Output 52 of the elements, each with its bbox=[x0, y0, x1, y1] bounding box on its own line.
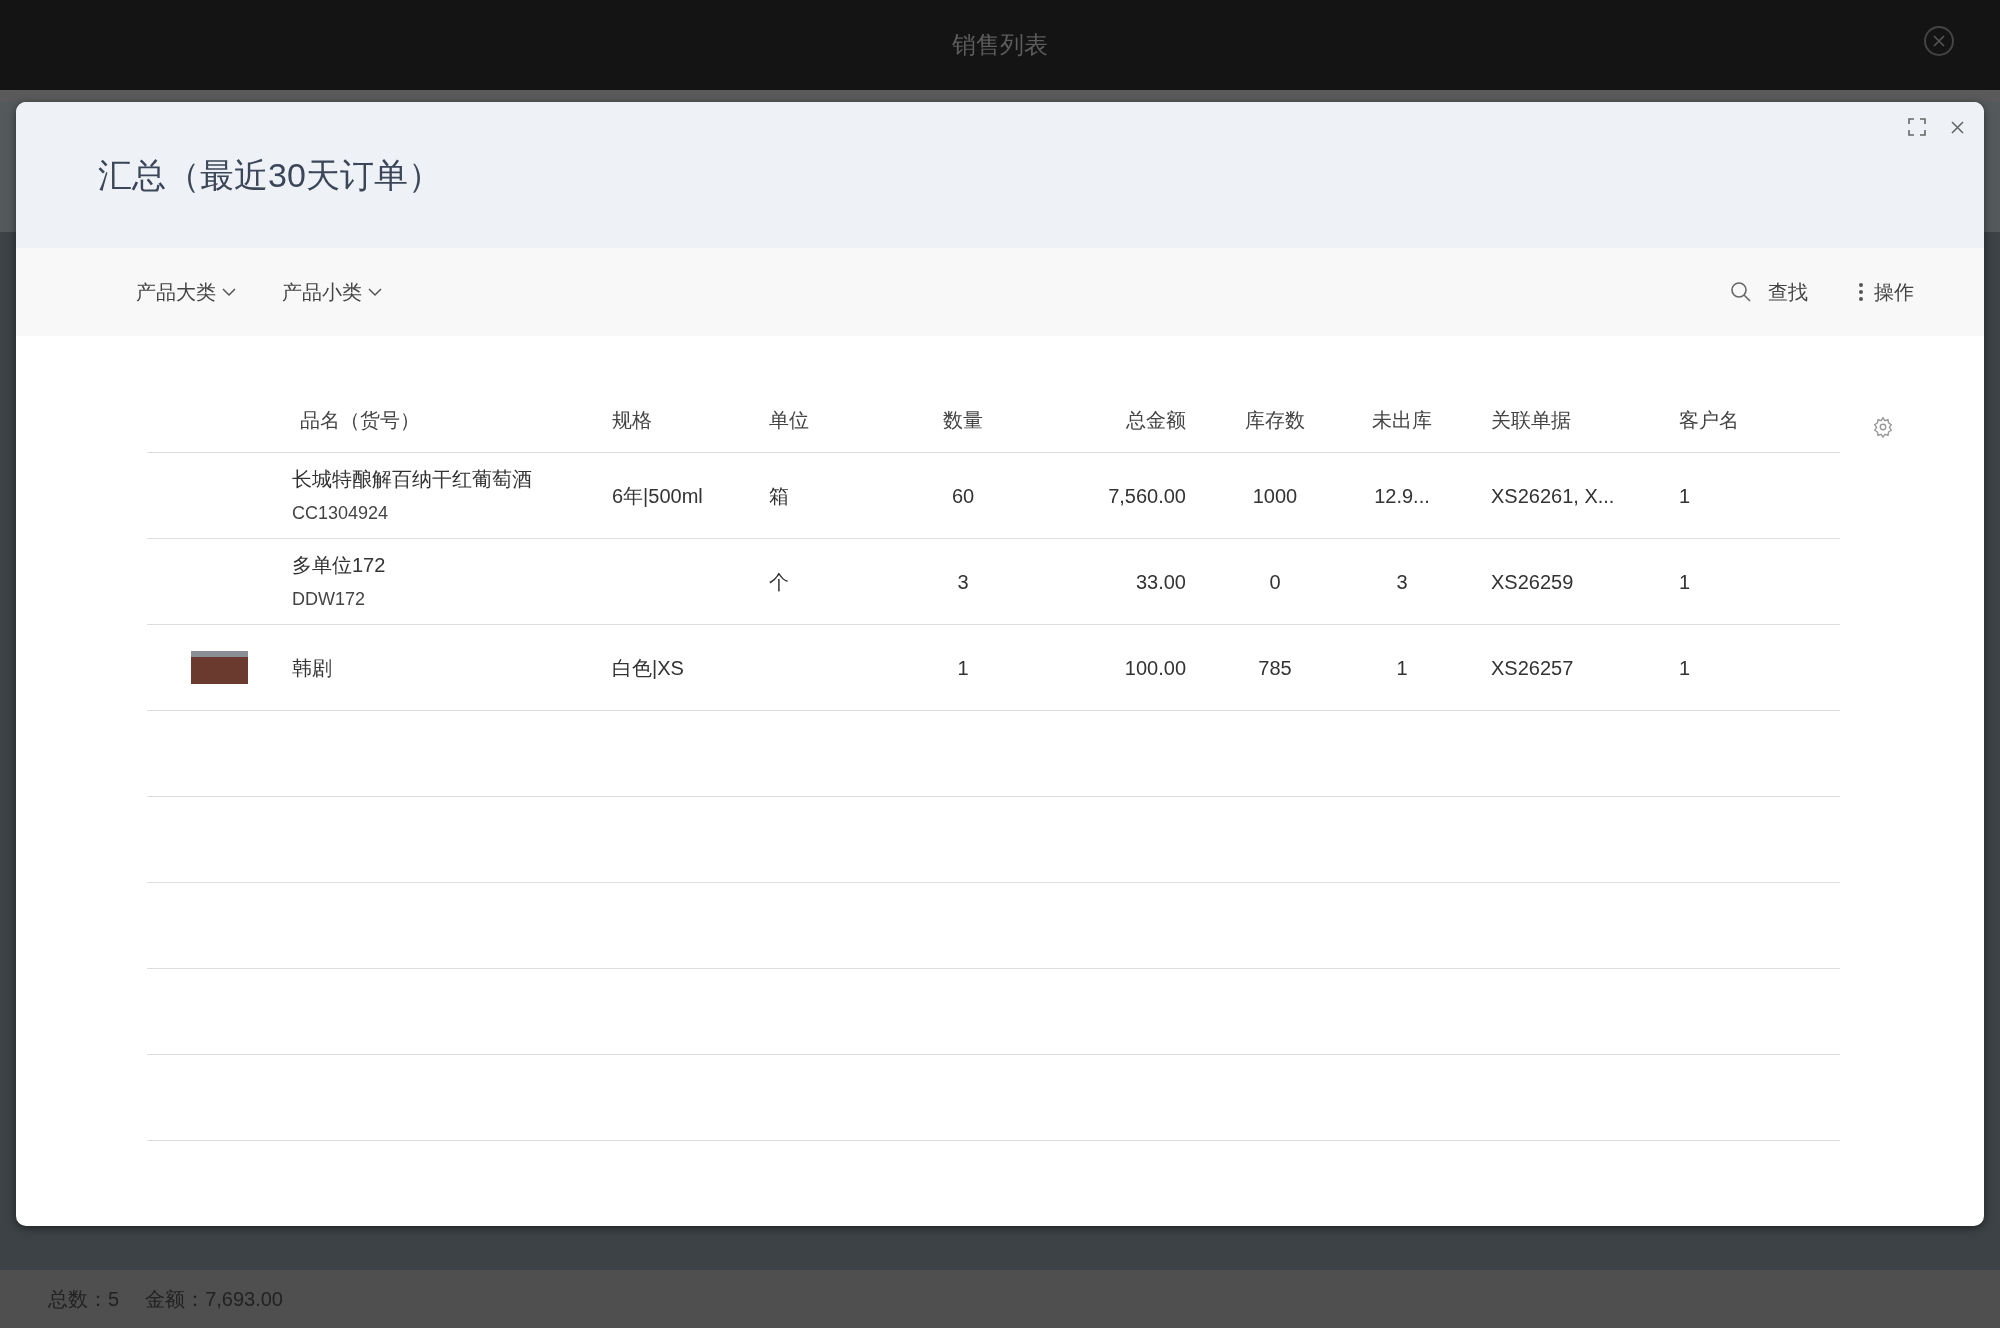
column-header: 品名（货号） bbox=[300, 408, 420, 433]
table-cell-text: 1 bbox=[1396, 655, 1408, 681]
search-button[interactable]: 查找 bbox=[1730, 277, 1808, 307]
column-header: 未出库 bbox=[1372, 408, 1432, 433]
table-cell-text: 1 bbox=[1679, 483, 1691, 509]
table-cell-text: 100.00 bbox=[1124, 655, 1186, 681]
fullscreen-button[interactable] bbox=[1906, 116, 1928, 138]
window-title: 销售列表 bbox=[952, 30, 1048, 60]
product-name: 长城特酿解百纳干红葡萄酒 bbox=[292, 467, 533, 492]
table-cell-text: 1 bbox=[957, 655, 969, 681]
column-header: 总金额 bbox=[1126, 408, 1186, 433]
table-cell-text: 785 bbox=[1258, 655, 1292, 681]
table-cell-text: 7,560.00 bbox=[1108, 483, 1186, 509]
filter-dropdown[interactable]: 产品小类 bbox=[282, 277, 382, 307]
column-header: 库存数 bbox=[1245, 408, 1305, 433]
table-cell-text: 白色|XS bbox=[612, 655, 684, 681]
filter-dropdown[interactable]: 产品大类 bbox=[136, 277, 236, 307]
column-header: 关联单据 bbox=[1491, 408, 1571, 433]
more-icon bbox=[1858, 282, 1864, 302]
table-cell-text: 3 bbox=[1396, 569, 1408, 595]
table-cell-text: 1 bbox=[1679, 655, 1691, 681]
close-icon bbox=[1950, 120, 1964, 134]
table-cell-text: XS26259 bbox=[1491, 569, 1574, 595]
search-icon bbox=[1730, 281, 1752, 303]
table-cell-text: 0 bbox=[1269, 569, 1281, 595]
product-name: 韩剧 bbox=[292, 655, 333, 681]
table-cell-text: XS26261, X... bbox=[1491, 483, 1615, 509]
table-cell-text: 33.00 bbox=[1135, 569, 1186, 595]
column-header: 规格 bbox=[612, 408, 652, 433]
table-cell-text: 箱 bbox=[769, 483, 789, 509]
table-cell-text: 1 bbox=[1679, 569, 1691, 595]
table-cell-text: 3 bbox=[957, 569, 969, 595]
actions-button[interactable]: 操作 bbox=[1858, 277, 1914, 307]
table-cell-text: 12.9... bbox=[1374, 483, 1430, 509]
product-code: DDW172 bbox=[292, 588, 367, 611]
settings-icon[interactable] bbox=[1872, 416, 1894, 438]
table-cell-text: 60 bbox=[951, 483, 975, 509]
fullscreen-icon bbox=[1908, 118, 1926, 136]
column-header: 数量 bbox=[943, 408, 983, 433]
close-icon bbox=[1933, 35, 1945, 47]
column-header: 单位 bbox=[769, 408, 809, 433]
chevron-down-icon bbox=[368, 287, 382, 297]
product-code: CC1304924 bbox=[292, 502, 390, 525]
table-cell-text: 6年|500ml bbox=[612, 483, 703, 509]
table-cell-text: XS26257 bbox=[1491, 655, 1574, 681]
dialog-title: 汇总（最近30天订单） bbox=[98, 154, 442, 196]
table-cell-text: 个 bbox=[769, 569, 789, 595]
chevron-down-icon bbox=[222, 287, 236, 297]
table-cell-text: 1000 bbox=[1252, 483, 1298, 509]
close-button[interactable] bbox=[1924, 26, 1954, 56]
column-header: 客户名 bbox=[1679, 408, 1739, 433]
product-name: 多单位172 bbox=[292, 553, 387, 578]
